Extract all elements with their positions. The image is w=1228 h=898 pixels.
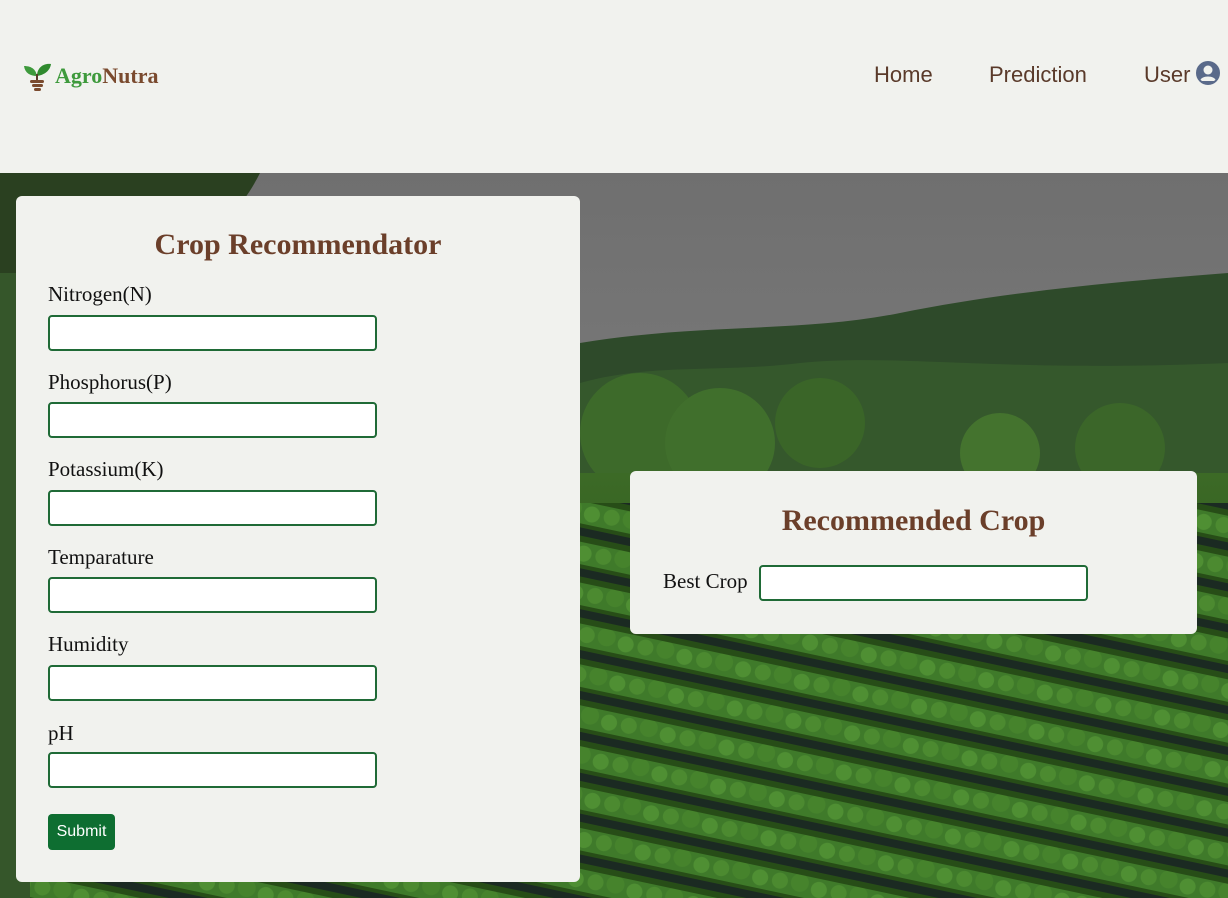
result-title: Recommended Crop xyxy=(781,504,1046,537)
potassium-input[interactable] xyxy=(48,490,377,526)
brand-name: AgroNutra xyxy=(55,63,158,89)
humidity-input[interactable] xyxy=(48,665,377,701)
form-title: Crop Recommendator xyxy=(154,228,442,261)
phosphorus-input[interactable] xyxy=(48,402,377,438)
nav-link-prediction[interactable]: Prediction xyxy=(989,62,1087,88)
brand-name-part1: Agro xyxy=(55,63,103,88)
temperature-label: Temparature xyxy=(48,545,154,569)
crop-recommendator-form: Crop Recommendator Nitrogen(N) Phosphoru… xyxy=(16,196,580,882)
nitrogen-label: Nitrogen(N) xyxy=(48,282,152,306)
navbar: AgroNutra Home Prediction User xyxy=(0,0,1228,173)
ph-input[interactable] xyxy=(48,752,377,788)
nav-user-menu[interactable]: User xyxy=(1144,61,1221,88)
best-crop-label: Best Crop xyxy=(663,569,748,593)
ph-label: pH xyxy=(48,721,74,745)
submit-button[interactable]: Submit xyxy=(48,814,115,850)
potassium-label: Potassium(K) xyxy=(48,457,164,481)
nav-link-home[interactable]: Home xyxy=(874,62,933,88)
humidity-label: Humidity xyxy=(48,632,129,656)
user-avatar-icon xyxy=(1196,61,1221,85)
sprout-logo-icon xyxy=(24,63,51,91)
recommended-crop-panel: Recommended Crop Best Crop xyxy=(630,471,1197,634)
brand-logo[interactable]: AgroNutra xyxy=(22,60,158,92)
best-crop-output[interactable] xyxy=(759,565,1088,601)
nitrogen-input[interactable] xyxy=(48,315,377,351)
temperature-input[interactable] xyxy=(48,577,377,613)
phosphorus-label: Phosphorus(P) xyxy=(48,370,172,394)
nav-link-user: User xyxy=(1144,62,1191,87)
brand-name-part2: Nutra xyxy=(102,63,159,88)
